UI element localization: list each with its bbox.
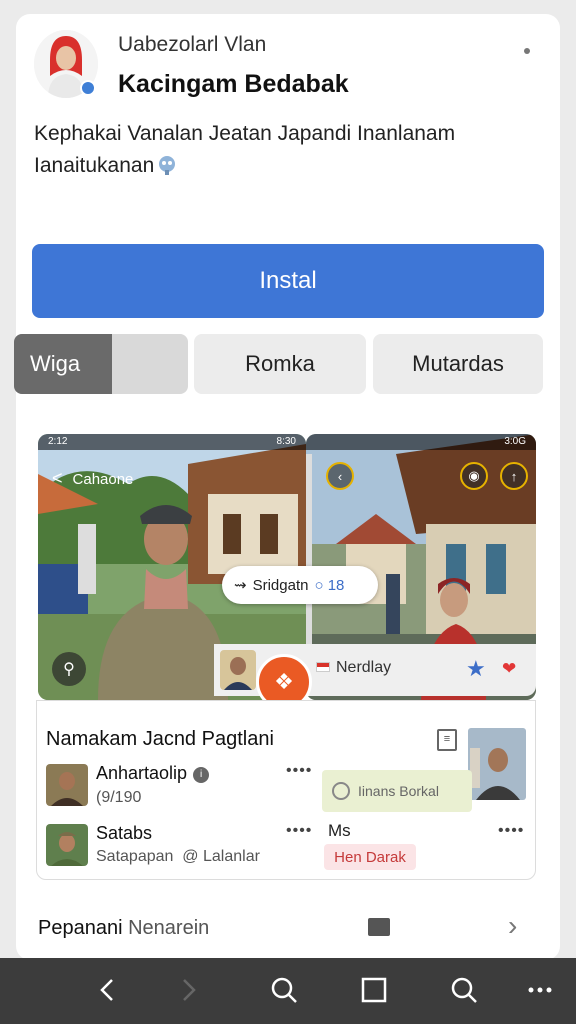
- tab-mutardas-label: Mutardas: [412, 351, 504, 376]
- info-icon: i: [193, 767, 210, 783]
- share-icon: ↑: [500, 462, 528, 490]
- right-label: Ms: [328, 821, 351, 840]
- status-right-2: 3:0G: [504, 436, 526, 447]
- tab-mutardas[interactable]: Mutardas: [373, 334, 543, 394]
- overlay-label: Nerdlay: [336, 659, 392, 676]
- tabs-icon[interactable]: [356, 972, 392, 1008]
- row-name-2[interactable]: Satabs: [96, 823, 152, 844]
- document-icon[interactable]: ≡: [437, 729, 457, 751]
- install-button[interactable]: Instal: [32, 244, 544, 318]
- row-2-more-icon[interactable]: ••••: [286, 822, 312, 840]
- overlay-thumbnail: [220, 650, 256, 690]
- row-name-1[interactable]: Anhartaolip i: [96, 763, 210, 784]
- app-description: Kephakai Vanalan Jeatan Japandi Inanlana…: [34, 118, 534, 182]
- row-avatar-1: [46, 764, 88, 806]
- description-line-2-text: Ianaitukanan: [34, 154, 155, 177]
- more-options-icon[interactable]: [524, 48, 530, 54]
- chip-circle-icon: [332, 782, 350, 800]
- forward-icon[interactable]: [170, 972, 206, 1008]
- side-photo: [468, 728, 526, 800]
- row-sub-1: (9/190: [96, 789, 142, 806]
- back-arrow-icon: <: [52, 468, 63, 488]
- tab-wiga[interactable]: Wiga: [14, 334, 188, 394]
- emoji-icon: [156, 154, 178, 176]
- footer-label-2: Nenarein: [128, 917, 210, 939]
- row-3-more-icon[interactable]: ••••: [498, 822, 524, 840]
- footer-label-1: Pepanani: [38, 917, 123, 939]
- red-badge: Hen Darak: [324, 844, 416, 870]
- camera-icon: ◉: [460, 462, 488, 490]
- status-right: 8:30: [276, 436, 296, 447]
- folder-icon: [368, 918, 390, 936]
- back-icon[interactable]: [90, 972, 126, 1008]
- row-sub-2-extra: Lalanlar: [203, 848, 260, 865]
- location-chip[interactable]: ⇝ Sridgatn ○ 18: [222, 566, 378, 604]
- status-time: 2:12: [48, 436, 68, 447]
- row-sub-2-text: Satapapan: [96, 848, 174, 865]
- pin-icon: ⚲: [52, 652, 86, 686]
- status-bar: 2:12 8:30: [38, 434, 306, 450]
- row-name-1-text: Anhartaolip: [96, 763, 188, 783]
- green-chip[interactable]: Iinans Borkal: [322, 770, 472, 812]
- status-bar-2: 3:0G: [306, 434, 536, 450]
- flag-icon: [316, 662, 330, 672]
- tab-romka[interactable]: Romka: [194, 334, 366, 394]
- verified-badge-icon: [80, 80, 96, 96]
- tab-romka-label: Romka: [245, 351, 315, 376]
- tab-wiga-label: Wiga: [30, 351, 81, 376]
- chip-label: Sridgatn: [252, 576, 309, 594]
- row-avatar-2: [46, 824, 88, 866]
- chip-count: ○ 18: [314, 577, 344, 594]
- mention-icon: @: [182, 848, 199, 865]
- green-chip-label: Iinans Borkal: [358, 783, 439, 799]
- screenshot-back-label: Cahaone: [72, 471, 134, 488]
- panel-title: Namakam Jacnd Pagtlani: [46, 728, 274, 750]
- link-icon: ⇝: [234, 577, 247, 594]
- developer-name[interactable]: Uabezolarl Vlan: [118, 33, 266, 57]
- chevron-right-icon[interactable]: ›: [508, 910, 517, 942]
- row-1-more-icon[interactable]: ••••: [286, 762, 312, 780]
- star-icon[interactable]: ★: [466, 656, 486, 682]
- menu-more-icon[interactable]: [522, 972, 558, 1008]
- description-line-2: Ianaitukanan: [34, 150, 534, 182]
- search-icon[interactable]: [266, 972, 302, 1008]
- heart-icon[interactable]: ❤: [502, 659, 516, 679]
- app-title: Kacingam Bedabak: [118, 70, 349, 98]
- footer-link[interactable]: Pepanani Nenarein: [38, 917, 209, 940]
- row-sub-2: Satapapan @ Lalanlar: [96, 848, 260, 866]
- back-circle-icon: ‹: [326, 462, 354, 490]
- screenshot-back: < Cahaone: [52, 468, 133, 489]
- description-line-1: Kephakai Vanalan Jeatan Japandi Inanlana…: [34, 122, 456, 145]
- chip-count-value: 18: [327, 576, 345, 594]
- count-circle-icon: ○: [314, 576, 324, 594]
- search-icon-2[interactable]: [446, 972, 482, 1008]
